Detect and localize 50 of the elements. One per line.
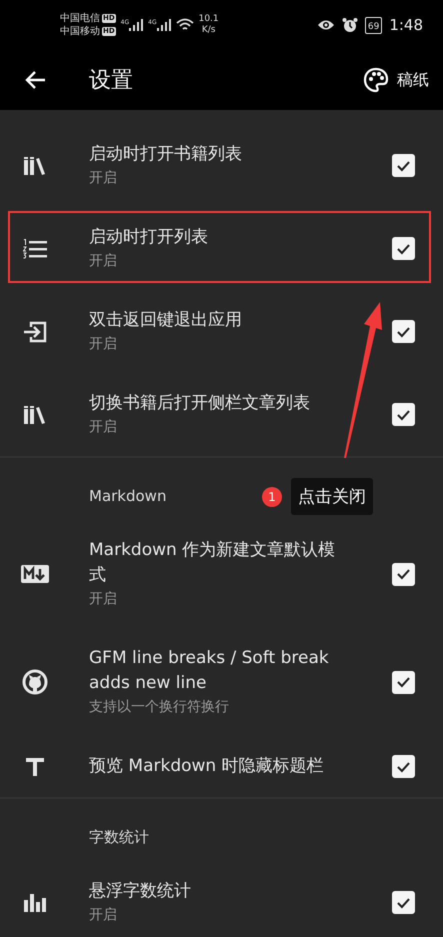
checkbox[interactable] — [392, 562, 415, 586]
checkbox[interactable] — [392, 403, 415, 426]
setting-summary: 开启 — [89, 906, 118, 925]
speed-value: 10.1 — [198, 14, 219, 25]
step-badge: 1 — [262, 486, 282, 506]
bar-chart-icon — [24, 894, 46, 912]
markdown-icon — [20, 565, 48, 583]
setting-title: 启动时打开列表 — [89, 226, 209, 249]
section-header: Markdown — [89, 486, 166, 507]
callout-note: 点击关闭 — [291, 478, 373, 515]
checkbox[interactable] — [392, 154, 415, 177]
checkbox[interactable] — [392, 891, 415, 914]
setting-title: GFM line breaks / Soft break adds new line — [89, 647, 330, 695]
back-arrow-icon[interactable] — [24, 70, 46, 90]
setting-title: 切换书籍后打开侧栏文章列表 — [89, 392, 311, 415]
theme-button[interactable]: 稿纸 — [397, 70, 429, 90]
cat-face-icon — [22, 669, 48, 695]
alarm-icon — [342, 17, 358, 33]
speed-unit: K/s — [202, 25, 216, 36]
setting-title: 启动时打开书籍列表 — [89, 143, 243, 166]
setting-title: 双击返回键退出应用 — [89, 309, 243, 332]
setting-title: Markdown 作为新建文章默认模式 — [89, 539, 336, 587]
setting-summary: 开启 — [89, 252, 118, 271]
checkbox[interactable] — [392, 670, 415, 694]
checkbox[interactable] — [392, 320, 415, 343]
carrier-name: 中国移动 — [60, 25, 100, 38]
exit-icon — [22, 320, 46, 342]
battery-indicator: 69 — [364, 16, 382, 34]
clock-time: 1:48 — [389, 16, 423, 34]
signal-icon — [129, 19, 144, 31]
setting-summary: 开启 — [89, 418, 118, 437]
setting-summary: 开启 — [89, 169, 118, 188]
setting-summary: 支持以一个换行符换行 — [89, 698, 230, 717]
section-header: 字数统计 — [89, 827, 149, 848]
setting-title: 悬浮字数统计 — [89, 880, 192, 903]
checkbox[interactable] — [392, 237, 415, 260]
numbered-list-icon — [22, 238, 46, 258]
carrier-name: 中国电信 — [60, 12, 100, 25]
books-icon — [24, 406, 46, 424]
setting-summary: 开启 — [89, 590, 118, 609]
eye-icon — [316, 19, 335, 31]
checkbox[interactable] — [392, 755, 415, 778]
palette-icon[interactable] — [363, 67, 389, 93]
wifi-icon — [176, 18, 194, 32]
setting-summary: 开启 — [89, 335, 118, 354]
letter-t-icon — [24, 756, 44, 776]
page-title: 设置 — [89, 67, 134, 95]
books-icon — [24, 156, 46, 174]
setting-title: 预览 Markdown 时隐藏标题栏 — [89, 755, 325, 778]
signal-icon — [156, 19, 171, 31]
